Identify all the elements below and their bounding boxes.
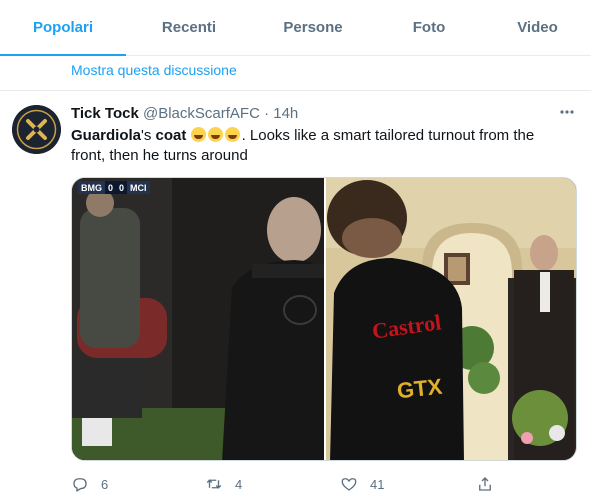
- scorebug-team2: MCI: [127, 181, 150, 194]
- man-in-castrol-jacket-photo: [326, 178, 576, 460]
- scorebug-score1: 0: [105, 181, 117, 194]
- tab-video[interactable]: Video: [484, 0, 591, 55]
- like-count: 41: [370, 476, 385, 492]
- jacket-logo-gtx: GTX: [395, 373, 444, 404]
- ellipsis-icon[interactable]: [555, 100, 579, 124]
- tab-popolari[interactable]: Popolari: [0, 0, 126, 56]
- reply-button[interactable]: 6: [71, 473, 108, 494]
- retweet-button[interactable]: 4: [205, 473, 242, 494]
- tab-persone[interactable]: Persone: [252, 0, 374, 55]
- tweet[interactable]: Tick Tock @BlackScarfAFC · 14h Guardiola…: [0, 92, 591, 494]
- search-tabs: Popolari Recenti Persone Foto Video: [0, 0, 591, 56]
- laughing-tears-emoji: [207, 127, 223, 142]
- heart-icon: [341, 478, 357, 491]
- tab-label: Foto: [412, 19, 446, 36]
- text-bold-guardiola: Guardiola: [71, 127, 142, 144]
- tab-recenti[interactable]: Recenti: [126, 0, 252, 55]
- share-icon: [479, 477, 491, 491]
- tab-foto[interactable]: Foto: [374, 0, 484, 55]
- retweet-icon: [206, 479, 222, 489]
- scorebug-score2: 0: [116, 181, 128, 194]
- laughing-tears-emoji: [190, 127, 206, 142]
- coach-back-photo: [72, 178, 334, 460]
- laughing-tears-emoji: [224, 127, 240, 142]
- active-tab-indicator: [0, 54, 126, 56]
- tweet-media[interactable]: BMG 0 0 MCI Castrol GTX: [71, 177, 577, 461]
- avatar[interactable]: [12, 105, 61, 154]
- share-button[interactable]: [476, 473, 506, 494]
- like-button[interactable]: 41: [340, 473, 384, 494]
- tweet-header: Tick Tock @BlackScarfAFC · 14h: [71, 105, 298, 125]
- separator-dot: ·: [264, 105, 270, 122]
- scorebug: BMG 0 0 MCI: [78, 181, 150, 194]
- tab-label: Popolari: [32, 19, 93, 36]
- text-part: 's: [141, 127, 156, 144]
- timestamp[interactable]: 14h: [273, 105, 298, 122]
- show-thread-row: Mostra questa discussione: [0, 57, 591, 91]
- tweet-actions: 6 4 41: [71, 473, 577, 494]
- reply-icon: [73, 478, 87, 492]
- scorebug-team1: BMG: [78, 181, 105, 194]
- display-name[interactable]: Tick Tock: [71, 105, 139, 122]
- tab-label: Video: [517, 19, 558, 36]
- reply-count: 6: [101, 476, 109, 492]
- text-bold-coat: coat: [155, 127, 187, 144]
- avatar-logo: [12, 105, 61, 154]
- user-handle[interactable]: @BlackScarfAFC: [143, 105, 260, 122]
- retweet-count: 4: [235, 476, 243, 492]
- tweet-text: Guardiola's coat . Looks like a smart ta…: [71, 126, 571, 166]
- tab-label: Recenti: [161, 19, 217, 36]
- tab-label: Persone: [283, 19, 343, 36]
- media-photos: [72, 178, 576, 460]
- show-thread-link[interactable]: Mostra questa discussione: [71, 62, 237, 78]
